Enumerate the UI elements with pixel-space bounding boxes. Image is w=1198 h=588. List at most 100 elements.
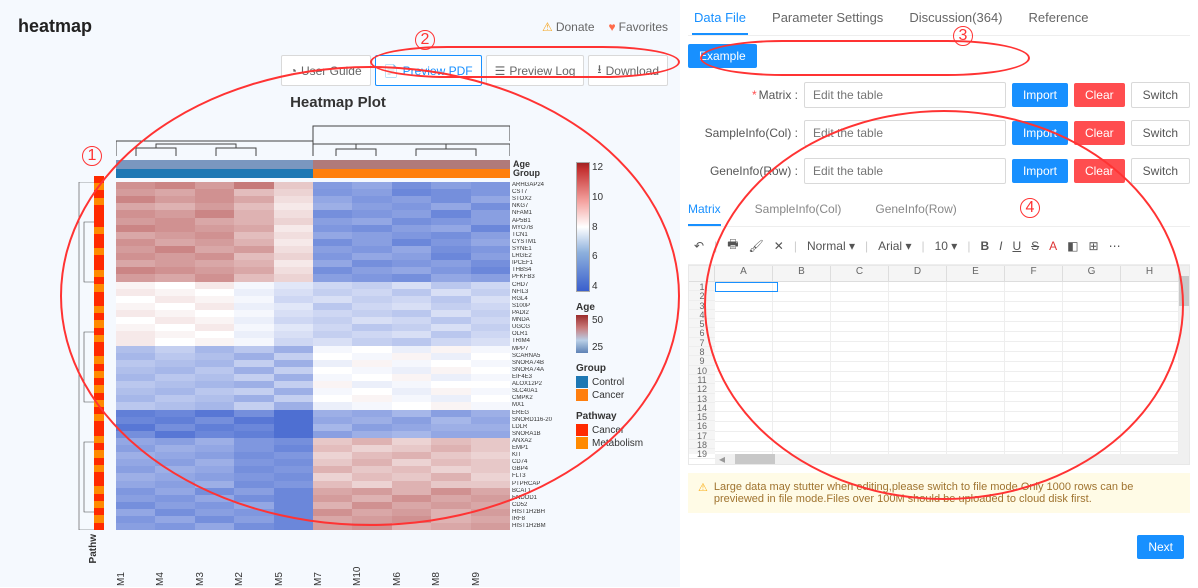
- spreadsheet[interactable]: ABCDEFGH 12345678910111213141516171819 ◂: [688, 265, 1190, 465]
- donate-link[interactable]: ⚠Donate: [542, 20, 594, 34]
- preview-pdf-button[interactable]: 📄 Preview PDF: [375, 55, 482, 86]
- tabs: Data File Parameter Settings Discussion(…: [688, 4, 1190, 36]
- borders-icon[interactable]: ⊞: [1089, 239, 1099, 253]
- clearfmt-icon[interactable]: ✕: [774, 239, 784, 253]
- row-header[interactable]: 8: [689, 347, 715, 356]
- page-title: heatmap: [18, 16, 92, 37]
- log-icon: ☰: [495, 64, 506, 78]
- italic-icon[interactable]: I: [999, 239, 1002, 253]
- colorbar: [576, 162, 590, 292]
- download-label: Download: [606, 64, 659, 78]
- underline-icon[interactable]: U: [1012, 239, 1021, 253]
- text-color-icon[interactable]: A: [1049, 239, 1057, 253]
- row-header[interactable]: 13: [689, 394, 715, 403]
- subtab-matrix[interactable]: Matrix: [688, 196, 721, 226]
- heart-icon: ♥: [609, 20, 616, 34]
- subtab-gene[interactable]: GeneInfo(Row): [875, 196, 956, 226]
- example-button[interactable]: Example: [688, 44, 757, 68]
- row-header[interactable]: 5: [689, 319, 715, 328]
- col-dendrogram: [116, 116, 510, 156]
- row-header[interactable]: 16: [689, 421, 715, 430]
- sampleinfo-import-button[interactable]: Import: [1012, 121, 1068, 145]
- col-header[interactable]: B: [773, 266, 831, 282]
- strike-icon[interactable]: S: [1031, 239, 1039, 253]
- tab-reference[interactable]: Reference: [1027, 4, 1091, 35]
- more-icon[interactable]: ⋯: [1109, 239, 1121, 253]
- matrix-label: *Matrix :: [688, 88, 798, 102]
- font-select[interactable]: Arial ▾: [878, 239, 911, 253]
- row-header[interactable]: 14: [689, 403, 715, 412]
- row-header[interactable]: 19: [689, 449, 715, 458]
- print-icon[interactable]: 🖶: [727, 235, 738, 256]
- col-header[interactable]: E: [947, 266, 1005, 282]
- paint-icon[interactable]: 🖌: [749, 239, 764, 253]
- matrix-import-button[interactable]: Import: [1012, 83, 1068, 107]
- download-button[interactable]: ⭳Download: [588, 55, 668, 86]
- horizontal-scrollbar[interactable]: ◂: [715, 454, 1179, 464]
- row-header[interactable]: 2: [689, 291, 715, 300]
- fill-icon[interactable]: ◧: [1067, 239, 1078, 253]
- row-header[interactable]: 11: [689, 375, 715, 384]
- age-tick-lo: 25: [592, 342, 603, 353]
- col-header[interactable]: F: [1005, 266, 1063, 282]
- hscroll-thumb[interactable]: [735, 454, 775, 464]
- geneinfo-clear-button[interactable]: Clear: [1074, 159, 1125, 183]
- subtab-sample[interactable]: SampleInfo(Col): [755, 196, 842, 226]
- preview-pdf-label: Preview PDF: [403, 64, 473, 78]
- size-select[interactable]: 10 ▾: [935, 239, 958, 253]
- heatmap-plot: Heatmap Plot: [8, 92, 668, 552]
- matrix-switch-button[interactable]: Switch: [1131, 82, 1190, 108]
- bold-icon[interactable]: B: [980, 239, 989, 253]
- legend: 1210864 Age 50 25 Group ControlCancer: [576, 162, 666, 450]
- row-header[interactable]: 9: [689, 356, 715, 365]
- matrix-clear-button[interactable]: Clear: [1074, 83, 1125, 107]
- row-names: ARHGAP24CST7STOX2NKG7NFAM1AP5B1MYO7BTCN1…: [512, 182, 570, 530]
- format-select[interactable]: Normal ▾: [807, 239, 855, 253]
- vertical-scrollbar[interactable]: [1179, 266, 1189, 464]
- pdf-icon: 📄: [384, 64, 399, 78]
- row-header[interactable]: 6: [689, 328, 715, 337]
- undo-icon[interactable]: ↶: [694, 239, 704, 253]
- favorites-link[interactable]: ♥Favorites: [609, 20, 668, 34]
- tab-parameter-settings[interactable]: Parameter Settings: [770, 4, 885, 35]
- geneinfo-switch-button[interactable]: Switch: [1131, 158, 1190, 184]
- row-header[interactable]: 17: [689, 431, 715, 440]
- next-button[interactable]: Next: [1137, 535, 1184, 559]
- warning-icon: ⚠: [698, 481, 708, 494]
- plot-title: Heatmap Plot: [290, 94, 386, 111]
- row-header[interactable]: 1: [689, 282, 715, 291]
- scroll-thumb[interactable]: [1179, 276, 1189, 306]
- tab-discussion[interactable]: Discussion(364): [907, 4, 1004, 35]
- sampleinfo-switch-button[interactable]: Switch: [1131, 120, 1190, 146]
- row-header[interactable]: 15: [689, 412, 715, 421]
- col-header[interactable]: D: [889, 266, 947, 282]
- donate-label: Donate: [556, 20, 595, 34]
- sheet-grid[interactable]: [715, 282, 1179, 454]
- row-header[interactable]: 18: [689, 440, 715, 449]
- geneinfo-input[interactable]: [804, 158, 1006, 184]
- sheet-corner[interactable]: [689, 266, 715, 282]
- sheet-toolbar: ↶ | 🖶 🖌 ✕ | Normal ▾ | Arial ▾ | 10 ▾ | …: [688, 227, 1190, 265]
- row-header[interactable]: 3: [689, 301, 715, 310]
- col-header[interactable]: G: [1063, 266, 1121, 282]
- row-header[interactable]: 7: [689, 338, 715, 347]
- scroll-left-icon[interactable]: ◂: [719, 452, 725, 465]
- row-header[interactable]: 12: [689, 384, 715, 393]
- user-guide-button[interactable]: ◔User Guide: [281, 55, 371, 86]
- selected-cell[interactable]: [715, 282, 778, 292]
- preview-log-button[interactable]: ☰Preview Log: [486, 55, 585, 86]
- geneinfo-label: GeneInfo(Row) :: [688, 164, 798, 178]
- geneinfo-import-button[interactable]: Import: [1012, 159, 1068, 183]
- col-header[interactable]: H: [1121, 266, 1179, 282]
- sampleinfo-input[interactable]: [804, 120, 1006, 146]
- sampleinfo-clear-button[interactable]: Clear: [1074, 121, 1125, 145]
- tab-data-file[interactable]: Data File: [692, 4, 748, 35]
- row-header[interactable]: 10: [689, 366, 715, 375]
- age-gradient: [576, 315, 588, 353]
- row-header[interactable]: 4: [689, 310, 715, 319]
- matrix-input[interactable]: [804, 82, 1006, 108]
- col-header[interactable]: C: [831, 266, 889, 282]
- col-annotations: [116, 160, 510, 178]
- clock-icon: ◔: [290, 64, 297, 78]
- col-header[interactable]: A: [715, 266, 773, 282]
